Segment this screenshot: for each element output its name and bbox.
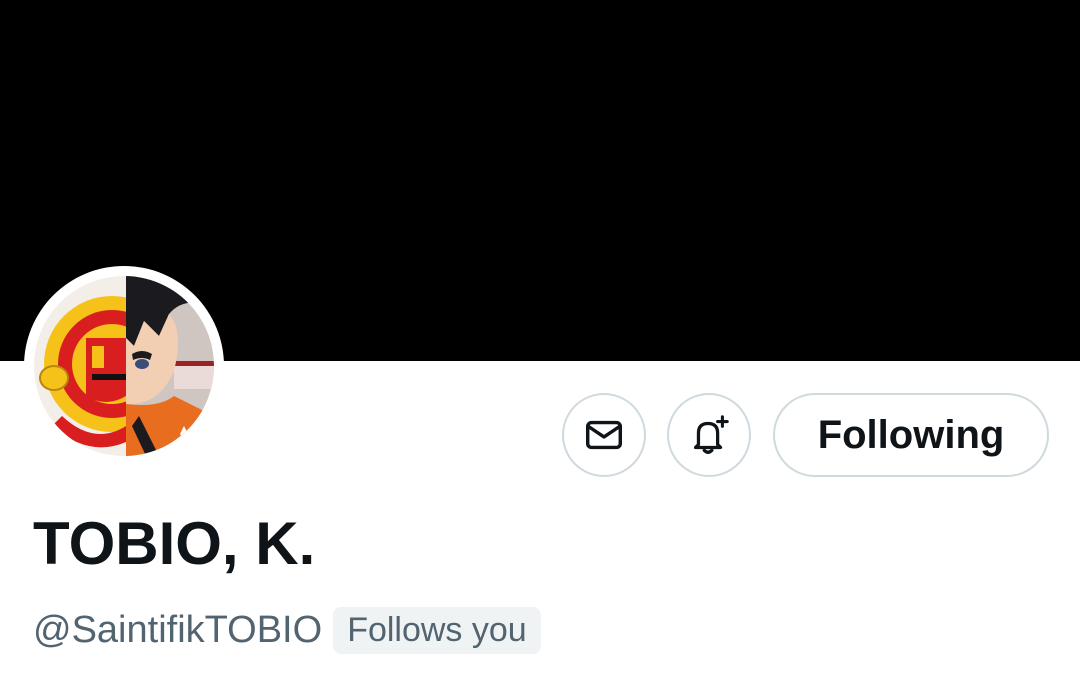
notify-button[interactable]: [667, 393, 751, 477]
user-handle: @SaintifikTOBIO: [33, 608, 323, 651]
message-button[interactable]: [562, 393, 646, 477]
bell-plus-icon: [693, 415, 729, 454]
following-label: Following: [817, 412, 1005, 457]
profile-avatar[interactable]: [24, 266, 224, 466]
display-name: TOBIO, K.: [33, 510, 316, 577]
follows-you-badge: Follows you: [333, 606, 541, 654]
envelope-icon: [585, 420, 623, 450]
following-button[interactable]: Following: [773, 393, 1049, 477]
handle-row: @SaintifikTOBIO Follows you: [33, 604, 541, 656]
avatar-image: [34, 276, 214, 456]
